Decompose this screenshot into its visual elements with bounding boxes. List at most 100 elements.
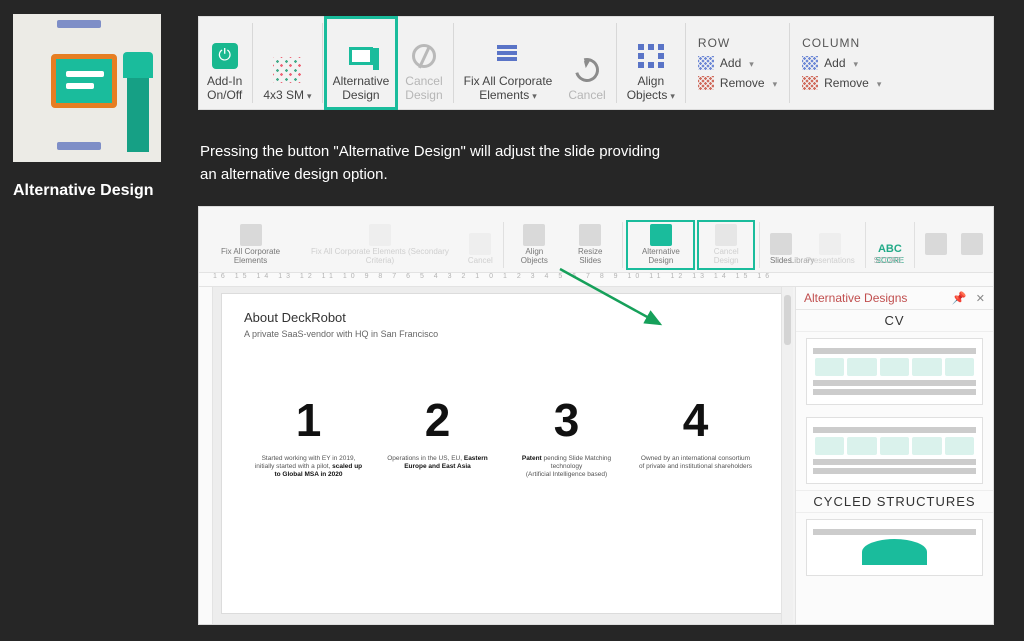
mini-icon bbox=[523, 224, 545, 246]
panel-section-cv: CV bbox=[796, 310, 993, 332]
cancel-fix-label: Cancel bbox=[568, 89, 605, 103]
col-text: Owned by an international consortium of … bbox=[639, 455, 753, 471]
mini-icon bbox=[715, 224, 737, 246]
design-thumb-3[interactable] bbox=[806, 519, 983, 576]
mini-icon bbox=[925, 233, 947, 255]
separator bbox=[914, 222, 915, 268]
separator bbox=[252, 23, 253, 103]
mini-abc-button[interactable]: ABC SCORE SCORE bbox=[872, 241, 908, 268]
mini-alternative-design-label: Alternative Design bbox=[632, 248, 689, 266]
list-lines-icon bbox=[494, 45, 522, 67]
separator bbox=[865, 222, 866, 268]
scrollbar-thumb[interactable] bbox=[784, 295, 791, 345]
separator bbox=[685, 23, 686, 103]
addin-toggle-label: Add-In On/Off bbox=[207, 75, 242, 103]
col-number: 3 bbox=[510, 393, 624, 447]
col-text: Operations in the US, EU, Eastern Europe… bbox=[381, 455, 495, 471]
align-objects-label: Align Objects bbox=[627, 75, 675, 103]
slide-canvas[interactable]: About DeckRobot A private SaaS-vendor wi… bbox=[221, 293, 783, 614]
addin-toggle-button[interactable]: ⏻ Add-In On/Off bbox=[199, 17, 250, 109]
mini-resize-label: Resize Slides bbox=[569, 248, 612, 266]
design-thumb-1[interactable] bbox=[806, 338, 983, 405]
dot-grid-icon bbox=[698, 76, 714, 90]
column-heading: COLUMN bbox=[802, 36, 860, 50]
dot-grid-icon bbox=[698, 56, 714, 70]
4x3-sm-button[interactable]: 4x3 SM bbox=[255, 17, 319, 109]
description-line1: Pressing the button "Alternative Design"… bbox=[200, 140, 984, 163]
column-add-button[interactable]: Add bbox=[802, 56, 858, 70]
cancel-design-button[interactable]: Cancel Design bbox=[397, 17, 450, 109]
slide-col-3: 3 Patent pending Slide Matching technolo… bbox=[510, 393, 624, 479]
mini-misc-2[interactable] bbox=[957, 231, 987, 268]
pin-icon[interactable]: 📌 bbox=[951, 291, 966, 305]
mini-fixall-secondary-label: Fix All Corporate Elements (Secondary Cr… bbox=[306, 248, 454, 266]
ribbon-toolbar: ⏻ Add-In On/Off 4x3 SM Alternative Desig… bbox=[198, 16, 994, 110]
feature-title: Alternative Design bbox=[13, 180, 165, 202]
feature-thumbnail bbox=[13, 14, 161, 162]
mini-section-score: SCORE bbox=[874, 257, 902, 266]
slide-subtitle: A private SaaS-vendor with HQ in San Fra… bbox=[244, 329, 760, 339]
slide-col-4: 4 Owned by an international consortium o… bbox=[639, 393, 753, 479]
chevron-down-icon bbox=[771, 76, 778, 90]
mini-cancel-1: Cancel bbox=[464, 231, 497, 268]
separator bbox=[616, 23, 617, 103]
row-heading: ROW bbox=[698, 36, 730, 50]
mini-icon bbox=[650, 224, 672, 246]
mini-align-label: Align Objects bbox=[514, 248, 555, 266]
column-controls: COLUMN Add Remove bbox=[792, 17, 891, 109]
mini-misc-1[interactable] bbox=[921, 231, 951, 268]
panel-section-cycled: CYCLED STRUCTURES bbox=[796, 490, 993, 513]
mini-icon bbox=[469, 233, 491, 255]
fix-corporate-elements-button[interactable]: Fix All Corporate Elements bbox=[456, 17, 561, 109]
alternative-design-button[interactable]: Alternative Design bbox=[325, 17, 398, 109]
mini-icon bbox=[240, 224, 262, 246]
alternative-design-label: Alternative Design bbox=[333, 75, 390, 103]
powerpoint-screenshot: Fix All Corporate Elements Fix All Corpo… bbox=[198, 206, 994, 625]
separator bbox=[322, 23, 323, 103]
panel-title: Alternative Designs bbox=[804, 291, 907, 305]
mini-icon bbox=[819, 233, 841, 255]
column-remove-button[interactable]: Remove bbox=[802, 76, 881, 90]
cancel-design-label: Cancel Design bbox=[405, 75, 442, 103]
mini-align-button[interactable]: Align Objects bbox=[510, 222, 559, 268]
align-grid-icon bbox=[638, 44, 664, 68]
align-objects-button[interactable]: Align Objects bbox=[619, 17, 683, 109]
mini-cancel-design-button[interactable]: Cancel Design bbox=[699, 222, 753, 268]
mini-icon bbox=[770, 233, 792, 255]
alternative-design-icon bbox=[349, 47, 373, 65]
mini-section-library: Library bbox=[790, 257, 814, 266]
row-add-button[interactable]: Add bbox=[698, 56, 754, 70]
panel-header: Alternative Designs 📌 ✕ bbox=[796, 287, 993, 310]
design-thumb-2[interactable] bbox=[806, 417, 983, 484]
col-number: 4 bbox=[639, 393, 753, 447]
alternative-designs-panel: Alternative Designs 📌 ✕ CV CYCLED STRUCT… bbox=[795, 287, 993, 624]
cancel-fix-button[interactable]: Cancel bbox=[560, 17, 613, 109]
dot-grid-icon bbox=[802, 56, 818, 70]
row-add-label: Add bbox=[720, 56, 741, 70]
separator bbox=[622, 222, 623, 268]
feature-card: Alternative Design bbox=[13, 14, 165, 202]
row-remove-button[interactable]: Remove bbox=[698, 76, 777, 90]
fix-corporate-elements-label: Fix All Corporate Elements bbox=[464, 75, 553, 103]
description-line2: an alternative design option. bbox=[200, 163, 984, 186]
col-text: Patent pending Slide Matching technology… bbox=[510, 455, 624, 479]
column-remove-label: Remove bbox=[824, 76, 869, 90]
mini-icon bbox=[961, 233, 983, 255]
horizontal-ruler: 16 15 14 13 12 11 10 9 8 7 6 5 4 3 2 1 0… bbox=[199, 273, 993, 287]
close-icon[interactable]: ✕ bbox=[976, 293, 985, 305]
mini-resize-button[interactable]: Resize Slides bbox=[565, 222, 616, 268]
slide-col-2: 2 Operations in the US, EU, Eastern Euro… bbox=[381, 393, 495, 479]
mini-fixall-button[interactable]: Fix All Corporate Elements bbox=[205, 222, 296, 268]
row-remove-label: Remove bbox=[720, 76, 765, 90]
col-number: 2 bbox=[381, 393, 495, 447]
vertical-scrollbar[interactable] bbox=[781, 287, 793, 624]
undo-icon bbox=[571, 54, 604, 87]
vertical-ruler bbox=[199, 287, 213, 624]
separator bbox=[503, 222, 504, 268]
col-number: 1 bbox=[252, 393, 366, 447]
mini-cancel-1-label: Cancel bbox=[468, 257, 493, 266]
mini-ribbon: Fix All Corporate Elements Fix All Corpo… bbox=[199, 207, 993, 273]
chevron-down-icon bbox=[852, 56, 859, 70]
mini-alternative-design-button[interactable]: Alternative Design bbox=[628, 222, 693, 268]
grid-dots-icon bbox=[273, 57, 301, 83]
